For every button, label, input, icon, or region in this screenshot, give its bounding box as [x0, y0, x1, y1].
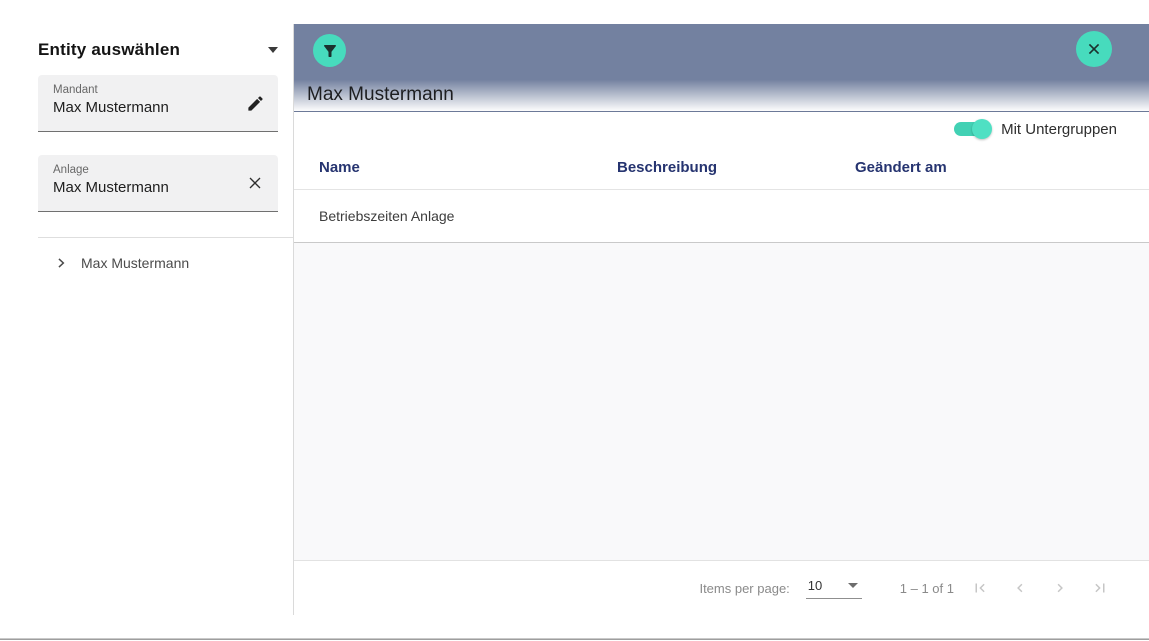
chevron-right-icon[interactable]	[54, 256, 68, 270]
column-header-name[interactable]: Name	[319, 159, 617, 176]
anlage-field[interactable]: Anlage Max Mustermann	[38, 155, 278, 212]
caret-down-icon[interactable]	[268, 47, 278, 53]
table-header-row: Name Beschreibung Geändert am	[294, 146, 1149, 190]
sidebar-divider	[38, 237, 293, 238]
column-header-geaendert-am[interactable]: Geändert am	[855, 159, 1149, 176]
filter-button[interactable]	[313, 34, 346, 67]
panel-title: Max Mustermann	[307, 84, 454, 106]
tree-item-max-mustermann[interactable]: Max Mustermann	[54, 249, 189, 277]
tree-item-label: Max Mustermann	[81, 255, 189, 271]
toggle-label: Mit Untergruppen	[1001, 121, 1117, 138]
last-page-icon	[1091, 579, 1109, 597]
table-empty-area	[294, 243, 1149, 561]
first-page-icon	[971, 579, 989, 597]
close-x-icon	[1084, 39, 1104, 59]
previous-page-icon	[1011, 579, 1029, 597]
toggle-thumb[interactable]	[972, 119, 992, 139]
next-page-button[interactable]	[1040, 568, 1080, 608]
mandant-field-value: Max Mustermann	[53, 99, 234, 116]
last-page-button[interactable]	[1080, 568, 1120, 608]
anlage-field-label: Anlage	[53, 164, 234, 176]
entity-detail-panel: Max Mustermann Mit Untergruppen Name Bes…	[294, 24, 1149, 615]
mit-untergruppen-toggle[interactable]	[954, 122, 990, 136]
entity-sidebar: Entity auswählen Mandant Max Mustermann …	[0, 0, 293, 615]
sidebar-title: Entity auswählen	[38, 40, 180, 60]
mandant-field[interactable]: Mandant Max Mustermann	[38, 75, 278, 132]
paginator: Items per page: 10 1 – 1 of 1	[294, 561, 1149, 615]
next-page-icon	[1051, 579, 1069, 597]
edit-pencil-icon[interactable]	[240, 88, 270, 118]
items-per-page-label: Items per page:	[699, 581, 789, 596]
toggle-row: Mit Untergruppen	[294, 112, 1149, 146]
page-size-select[interactable]: 10	[806, 578, 862, 599]
clear-x-icon[interactable]	[240, 168, 270, 198]
column-header-beschreibung[interactable]: Beschreibung	[617, 159, 855, 176]
page-range-label: 1 – 1 of 1	[900, 581, 954, 596]
window-bottom-edge	[0, 638, 1149, 640]
page-size-value: 10	[808, 578, 822, 593]
filter-funnel-icon	[321, 42, 339, 60]
anlage-field-value: Max Mustermann	[53, 179, 234, 196]
screen: Entity auswählen Mandant Max Mustermann …	[0, 0, 1149, 641]
caret-down-icon	[848, 583, 858, 588]
close-button[interactable]	[1076, 31, 1112, 67]
cell-name: Betriebszeiten Anlage	[319, 208, 617, 224]
panel-header: Max Mustermann	[294, 24, 1149, 112]
previous-page-button[interactable]	[1000, 568, 1040, 608]
sidebar-header: Entity auswählen	[38, 36, 278, 64]
first-page-button[interactable]	[960, 568, 1000, 608]
table-row[interactable]: Betriebszeiten Anlage	[294, 190, 1149, 243]
mandant-field-label: Mandant	[53, 84, 234, 96]
